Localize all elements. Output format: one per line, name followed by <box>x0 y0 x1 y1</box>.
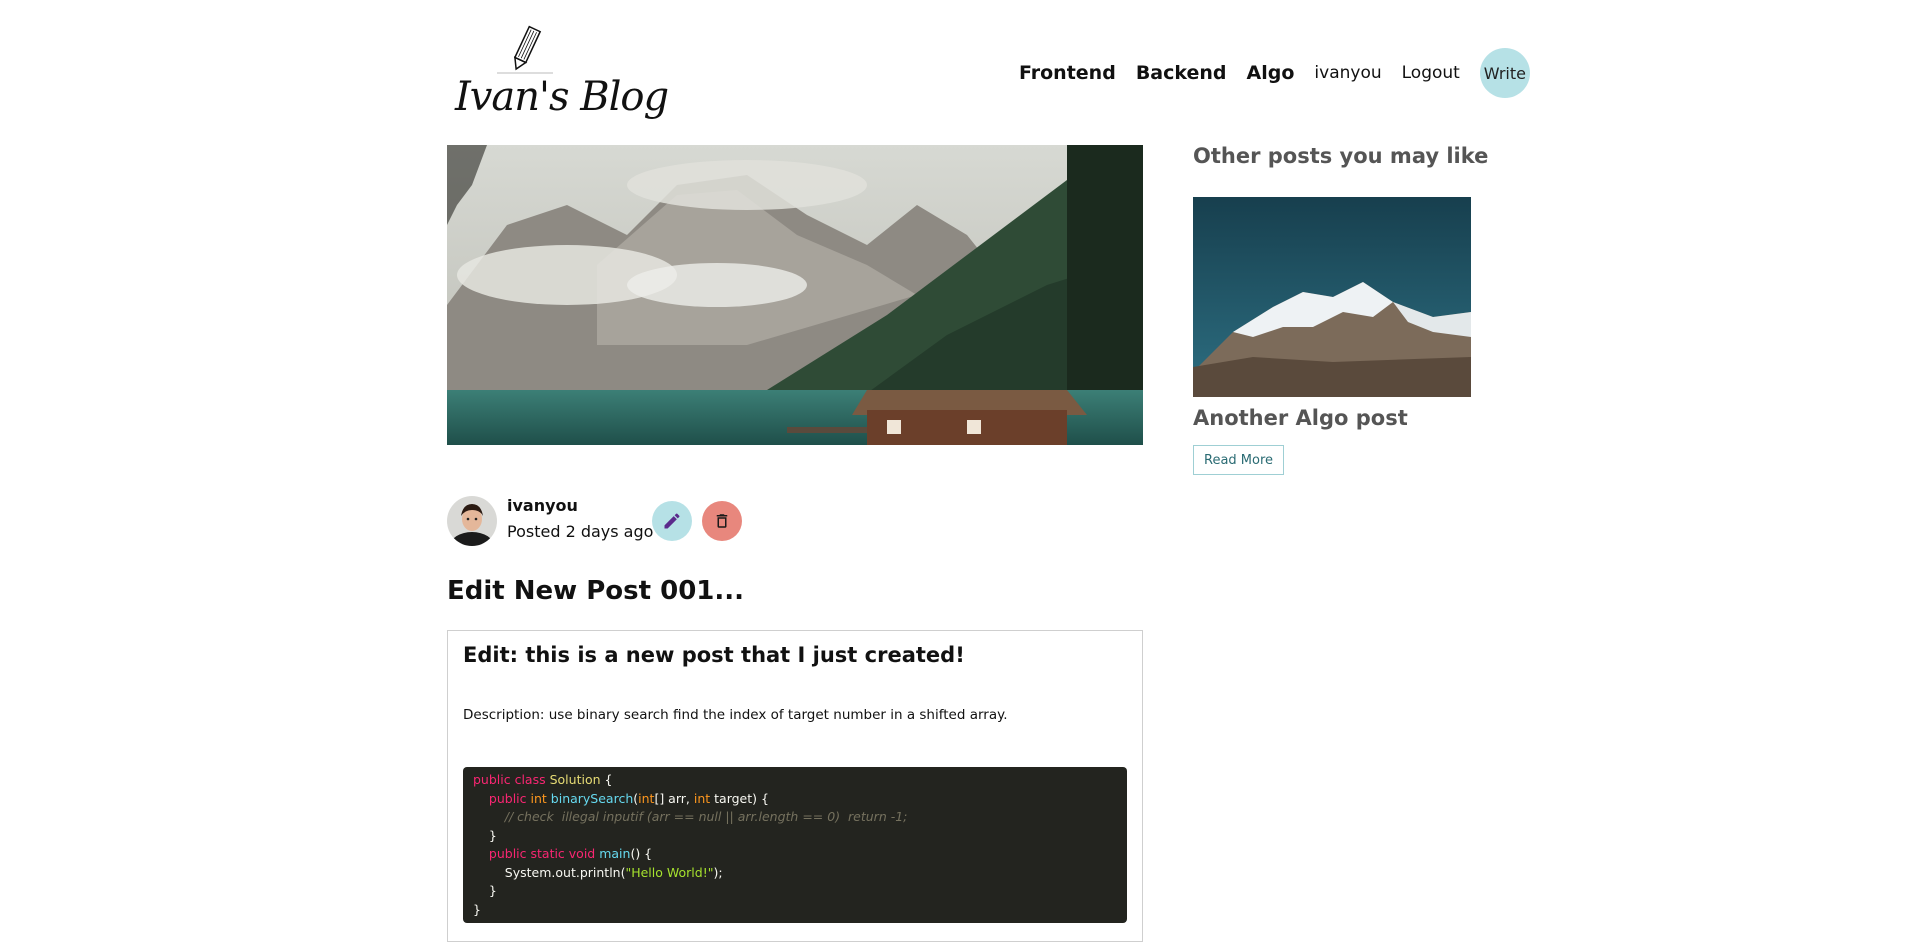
code-line: System.out.println("Hello World!"); <box>473 864 723 880</box>
post-timestamp: Posted 2 days ago <box>507 522 654 541</box>
code-line: // check illegal inputif (arr == null ||… <box>473 809 908 824</box>
post-content: Edit: this is a new post that I just cre… <box>447 630 1143 942</box>
code-line: public int binarySearch(int[] arr, int t… <box>488 790 769 806</box>
post-hero-image <box>447 145 1143 445</box>
trash-icon <box>716 514 728 528</box>
code-line: } <box>473 883 497 898</box>
sidebar-title: Other posts you may like <box>1193 144 1489 168</box>
logo-text: Ivan's Blog <box>455 74 669 120</box>
sidebar-post-title[interactable]: Another Algo post <box>1193 406 1408 430</box>
top-nav: Frontend Backend Algo ivanyou Logout Wri… <box>1019 48 1530 98</box>
code-line: public static void main() { <box>488 846 653 861</box>
content-heading: Edit: this is a new post that I just cre… <box>463 643 965 667</box>
read-more-button[interactable]: Read More <box>1193 445 1285 475</box>
sidebar-post-image[interactable] <box>1193 197 1471 397</box>
delete-post-button[interactable] <box>702 501 742 541</box>
post-title: Edit New Post 001... <box>447 576 745 606</box>
write-button[interactable]: Write <box>1479 48 1530 98</box>
nav-frontend[interactable]: Frontend <box>1019 62 1116 84</box>
blog-logo[interactable]: Ivan's Blog <box>455 25 669 130</box>
code-line: public class Solution { <box>473 772 613 787</box>
edit-post-button[interactable] <box>652 501 692 541</box>
logout-link[interactable]: Logout <box>1402 63 1460 83</box>
pencil-icon <box>664 513 680 529</box>
content-description: Description: use binary search find the … <box>463 707 1008 723</box>
code-block: public class Solution { public int binar… <box>463 767 1127 923</box>
pencil-icon <box>497 25 553 74</box>
code-line: } <box>473 901 481 917</box>
code-line: } <box>473 827 497 843</box>
author-name: ivanyou <box>507 496 578 515</box>
author-avatar <box>447 496 497 546</box>
nav-algo[interactable]: Algo <box>1247 62 1295 84</box>
nav-username: ivanyou <box>1314 63 1382 83</box>
nav-backend[interactable]: Backend <box>1136 62 1227 84</box>
